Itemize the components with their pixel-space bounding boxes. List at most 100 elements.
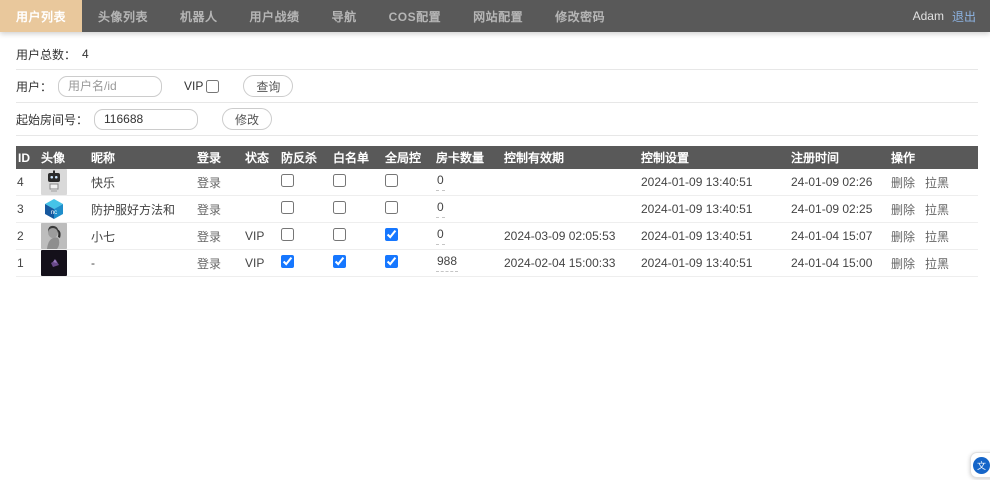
svg-text:nc: nc	[51, 210, 57, 216]
whitelist-checkbox[interactable]	[333, 255, 346, 268]
whitelist-checkbox[interactable]	[333, 174, 346, 187]
login-link[interactable]: 登录	[197, 230, 221, 244]
modify-button[interactable]: 修改	[222, 108, 272, 130]
room-cards-editable[interactable]: 0	[436, 173, 445, 191]
anti-kill-checkbox[interactable]	[281, 228, 294, 241]
delete-link[interactable]: 删除	[891, 257, 915, 271]
table-row: 2 小七 登录 VIP 0 2024-03-09 02:05:53 2024-0…	[16, 223, 978, 250]
cell-id: 1	[16, 250, 40, 277]
cell-status	[244, 169, 280, 196]
room-number-label: 起始房间号：	[16, 111, 88, 128]
delete-link[interactable]: 删除	[891, 176, 915, 190]
col-header-control-setting: 控制设置	[640, 146, 790, 169]
logout-link[interactable]: 退出	[952, 8, 976, 25]
col-header-login: 登录	[196, 146, 244, 169]
login-link[interactable]: 登录	[197, 257, 221, 271]
blacklist-link[interactable]: 拉黑	[925, 176, 949, 190]
tab-user-list[interactable]: 用户列表	[0, 0, 82, 32]
cell-id: 4	[16, 169, 40, 196]
user-filter-row: 用户： VIP 查询	[16, 70, 978, 103]
col-header-avatar: 头像	[40, 146, 90, 169]
cell-control-setting: 2024-01-09 13:40:51	[640, 169, 790, 196]
cell-nickname: 小七	[90, 223, 196, 250]
delete-link[interactable]: 删除	[891, 203, 915, 217]
cell-control-setting: 2024-01-09 13:40:51	[640, 250, 790, 277]
cell-register-time: 24-01-04 15:00	[790, 250, 890, 277]
blacklist-link[interactable]: 拉黑	[925, 203, 949, 217]
room-number-row: 起始房间号： 修改	[16, 103, 978, 136]
cell-status: VIP	[244, 223, 280, 250]
cell-control-expiry	[503, 196, 640, 223]
cell-register-time: 24-01-09 02:25	[790, 196, 890, 223]
col-header-id: ID	[16, 146, 40, 169]
global-ctrl-checkbox[interactable]	[385, 255, 398, 268]
room-number-input[interactable]	[94, 109, 198, 130]
cell-status	[244, 196, 280, 223]
user-table: ID 头像 昵称 登录 状态 防反杀 白名单 全局控 房卡数量 控制有效期 控制…	[16, 146, 978, 277]
cell-register-time: 24-01-04 15:07	[790, 223, 890, 250]
login-link[interactable]: 登录	[197, 176, 221, 190]
dark-avatar	[41, 250, 67, 276]
delete-link[interactable]: 删除	[891, 230, 915, 244]
col-header-actions: 操作	[890, 146, 978, 169]
table-row: 3 nc 防护服好方法和 登录 0 2024-01-09 13:40:51 24…	[16, 196, 978, 223]
person-avatar	[41, 223, 67, 249]
cube-avatar: nc	[41, 196, 67, 222]
user-total-row: 用户总数： 4	[16, 39, 978, 70]
top-nav: 用户列表 头像列表 机器人 用户战绩 导航 COS配置 网站配置 修改密码 Ad…	[0, 0, 990, 32]
cell-control-setting: 2024-01-09 13:40:51	[640, 196, 790, 223]
user-filter-label: 用户：	[16, 78, 52, 95]
anti-kill-checkbox[interactable]	[281, 174, 294, 187]
whitelist-checkbox[interactable]	[333, 201, 346, 214]
cell-nickname: 快乐	[90, 169, 196, 196]
room-cards-editable[interactable]: 0	[436, 227, 445, 245]
col-header-nickname: 昵称	[90, 146, 196, 169]
whitelist-checkbox[interactable]	[333, 228, 346, 241]
global-ctrl-checkbox[interactable]	[385, 201, 398, 214]
room-cards-editable[interactable]: 988	[436, 254, 458, 272]
tab-user-records[interactable]: 用户战绩	[234, 0, 316, 32]
col-header-anti-kill: 防反杀	[280, 146, 332, 169]
col-header-global-ctrl: 全局控	[384, 146, 435, 169]
table-row: 1 - 登录 VIP 988 2024-02-04 15:00:33 2024-…	[16, 250, 978, 277]
user-search-input[interactable]	[58, 76, 162, 97]
cell-id: 2	[16, 223, 40, 250]
tab-navigation[interactable]: 导航	[316, 0, 373, 32]
cell-control-expiry: 2024-02-04 15:00:33	[503, 250, 640, 277]
global-ctrl-checkbox[interactable]	[385, 174, 398, 187]
table-header-row: ID 头像 昵称 登录 状态 防反杀 白名单 全局控 房卡数量 控制有效期 控制…	[16, 146, 978, 169]
blacklist-link[interactable]: 拉黑	[925, 230, 949, 244]
anti-kill-checkbox[interactable]	[281, 201, 294, 214]
vip-filter-checkbox[interactable]	[206, 80, 219, 93]
tab-cos-config[interactable]: COS配置	[373, 0, 458, 32]
global-ctrl-checkbox[interactable]	[385, 228, 398, 241]
cell-status: VIP	[244, 250, 280, 277]
col-header-room-cards: 房卡数量	[435, 146, 503, 169]
col-header-register-time: 注册时间	[790, 146, 890, 169]
col-header-whitelist: 白名单	[332, 146, 384, 169]
cell-control-expiry	[503, 169, 640, 196]
room-cards-editable[interactable]: 0	[436, 200, 445, 218]
cell-nickname: -	[90, 250, 196, 277]
cell-control-expiry: 2024-03-09 02:05:53	[503, 223, 640, 250]
tab-change-password[interactable]: 修改密码	[539, 0, 621, 32]
user-total-value: 4	[82, 47, 89, 61]
current-user-name: Adam	[913, 9, 944, 23]
tab-avatar-list[interactable]: 头像列表	[82, 0, 164, 32]
translate-icon: 文	[973, 457, 990, 474]
table-row: 4 快乐 登录 0 2024-01-09 13:40:51	[16, 169, 978, 196]
tab-robot[interactable]: 机器人	[164, 0, 234, 32]
cell-register-time: 24-01-09 02:26	[790, 169, 890, 196]
blacklist-link[interactable]: 拉黑	[925, 257, 949, 271]
cell-control-setting: 2024-01-09 13:40:51	[640, 223, 790, 250]
user-total-label: 用户总数：	[16, 46, 76, 63]
cell-id: 3	[16, 196, 40, 223]
login-link[interactable]: 登录	[197, 203, 221, 217]
anti-kill-checkbox[interactable]	[281, 255, 294, 268]
floating-widget[interactable]: 文	[970, 452, 990, 478]
robot-avatar	[41, 169, 67, 195]
tab-site-config[interactable]: 网站配置	[457, 0, 539, 32]
vip-filter-label: VIP	[184, 79, 203, 93]
col-header-status: 状态	[244, 146, 280, 169]
query-button[interactable]: 查询	[243, 75, 293, 97]
